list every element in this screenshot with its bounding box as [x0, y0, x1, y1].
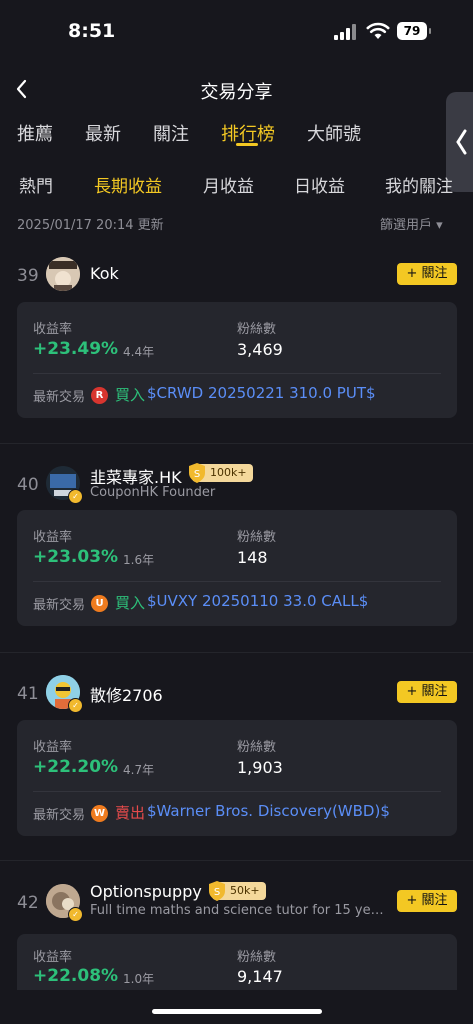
subtab-my-follows[interactable]: 我的關注 — [385, 172, 453, 197]
fans-count: 148 — [237, 548, 268, 567]
follower-tier-text: 50k+ — [230, 884, 260, 897]
latest-trade-label: 最新交易 — [33, 808, 86, 823]
holding-years: 1.0年 — [123, 972, 155, 986]
trade-action: 買入 — [115, 386, 146, 404]
battery-indicator: 79 — [397, 22, 431, 40]
rank-number: 39 — [17, 266, 39, 286]
stats-card[interactable]: 收益率 粉絲數 +23.03% 1.6年 148 最新交易 U 買入 $UVXY… — [17, 510, 457, 626]
leaderboard-entry[interactable]: 39 Kok + 關注 收益率 粉絲數 +23.49% 4.4年 3,469 最… — [0, 256, 473, 436]
verified-badge-icon: ✓ — [68, 907, 83, 922]
fans-count: 3,469 — [237, 340, 283, 359]
subtab-monthly[interactable]: 月收益 — [203, 172, 254, 197]
signal-icon — [334, 24, 356, 40]
avatar[interactable] — [46, 257, 80, 291]
shield-icon: S — [209, 881, 225, 901]
nav-bar: 交易分享 — [0, 74, 473, 106]
fans-label: 粉絲數 — [237, 530, 277, 545]
rate-label: 收益率 — [33, 740, 73, 755]
follow-button[interactable]: + 關注 — [397, 890, 457, 912]
user-bio: CouponHK Founder — [90, 485, 216, 500]
divider — [0, 860, 473, 861]
user-name[interactable]: Kok — [90, 264, 119, 283]
shield-icon: S — [189, 463, 205, 483]
trade-ticker-link[interactable]: $UVXY 20250110 33.0 CALL$ — [147, 592, 368, 610]
fans-count: 9,147 — [237, 967, 283, 986]
secondary-tabs: 熱門 長期收益 月收益 日收益 我的關注 — [0, 170, 473, 200]
stats-card[interactable]: 收益率 粉絲數 +23.49% 4.4年 3,469 最新交易 R 買入 $CR… — [17, 302, 457, 418]
trade-ticker-link[interactable]: $CRWD 20250221 310.0 PUT$ — [147, 384, 376, 402]
tab-recommended[interactable]: 推薦 — [17, 120, 53, 146]
rate-label: 收益率 — [33, 950, 73, 965]
stats-card[interactable]: 收益率 粉絲數 +22.08% 1.0年 9,147 — [17, 934, 457, 990]
tab-latest[interactable]: 最新 — [85, 120, 121, 146]
fans-label: 粉絲數 — [237, 950, 277, 965]
follower-tier-text: 100k+ — [210, 466, 247, 479]
stats-card[interactable]: 收益率 粉絲數 +22.20% 4.7年 1,903 最新交易 W 賣出 $Wa… — [17, 720, 457, 836]
divider — [33, 373, 441, 374]
return-rate: +23.03% — [33, 547, 119, 567]
rank-number: 41 — [17, 684, 39, 704]
user-name[interactable]: 散修2706 — [90, 682, 163, 706]
follow-button[interactable]: + 關注 — [397, 263, 457, 285]
verified-badge-icon: ✓ — [68, 698, 83, 713]
rate-label: 收益率 — [33, 530, 73, 545]
active-tab-indicator — [236, 143, 258, 146]
stock-logo-icon: R — [91, 387, 108, 404]
trade-action: 買入 — [115, 594, 146, 612]
leaderboard-entry[interactable]: 42 ✓ Optionspuppy S 50k+ Full time maths… — [0, 881, 473, 992]
status-time: 8:51 — [68, 20, 116, 42]
latest-trade-label: 最新交易 — [33, 390, 86, 405]
stock-logo-icon: U — [91, 595, 108, 612]
svg-text:S: S — [194, 469, 200, 480]
wifi-icon — [366, 22, 390, 39]
trade-action: 賣出 — [115, 804, 146, 822]
subtab-long-term[interactable]: 長期收益 — [94, 172, 162, 197]
holding-years: 4.7年 — [123, 763, 155, 777]
subtab-popular[interactable]: 熱門 — [19, 172, 53, 197]
divider — [33, 581, 441, 582]
return-rate: +22.08% — [33, 966, 119, 986]
fans-label: 粉絲數 — [237, 740, 277, 755]
rate-label: 收益率 — [33, 322, 73, 337]
fans-count: 1,903 — [237, 758, 283, 777]
status-bar: 8:51 79 — [0, 0, 473, 62]
follower-tier-badge: S 100k+ — [189, 463, 253, 483]
primary-tabs: 推薦 最新 關注 排行榜 大師號 — [0, 118, 473, 154]
fans-label: 粉絲數 — [237, 322, 277, 337]
user-bio: Full time maths and science tutor for 15… — [90, 903, 390, 918]
return-rate: +22.20% — [33, 757, 119, 777]
holding-years: 1.6年 — [123, 553, 155, 567]
tab-masters[interactable]: 大師號 — [307, 120, 361, 146]
holding-years: 4.4年 — [123, 345, 155, 359]
svg-text:S: S — [214, 887, 220, 898]
trade-ticker-link[interactable]: $Warner Bros. Discovery(WBD)$ — [147, 802, 390, 820]
leaderboard-entry[interactable]: 41 ✓ 散修2706 + 關注 收益率 粉絲數 +22.20% 4.7年 1,… — [0, 674, 473, 854]
follow-button[interactable]: + 關注 — [397, 681, 457, 703]
divider — [0, 652, 473, 653]
filter-users-dropdown[interactable]: 篩選用戶 ▾ — [380, 214, 443, 233]
stock-logo-icon: W — [91, 805, 108, 822]
tab-following[interactable]: 關注 — [153, 120, 189, 146]
verified-badge-icon: ✓ — [68, 489, 83, 504]
subtab-daily[interactable]: 日收益 — [294, 172, 345, 197]
leaderboard-entry[interactable]: 40 ✓ 韭菜專家.HK S 100k+ CouponHK Founder 收益… — [0, 463, 473, 644]
updated-timestamp: 2025/01/17 20:14 更新 — [17, 218, 164, 233]
home-indicator — [152, 1009, 322, 1014]
divider — [33, 791, 441, 792]
follower-tier-badge: S 50k+ — [209, 881, 266, 901]
rank-number: 42 — [17, 893, 39, 913]
divider — [0, 443, 473, 444]
rank-number: 40 — [17, 475, 39, 495]
return-rate: +23.49% — [33, 339, 119, 359]
page-title: 交易分享 — [200, 82, 273, 103]
user-name[interactable]: Optionspuppy — [90, 882, 202, 901]
latest-trade-label: 最新交易 — [33, 598, 86, 613]
